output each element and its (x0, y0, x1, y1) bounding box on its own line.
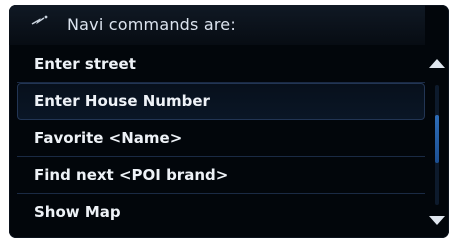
command-list: Enter street Enter House Number Favorite… (17, 46, 425, 231)
header-title: Navi commands are: (67, 15, 236, 34)
navi-commands-screen: Navi commands are: Enter street Enter Ho… (9, 5, 449, 238)
command-item-enter-house-number[interactable]: Enter House Number (17, 83, 425, 120)
scroll-down-arrow-icon[interactable] (429, 216, 445, 225)
command-label: Enter street (34, 55, 136, 73)
command-item-enter-street[interactable]: Enter street (17, 46, 425, 83)
command-label: Enter House Number (34, 92, 210, 110)
command-label: Find next <POI brand> (34, 166, 229, 184)
command-label: Show Map (34, 203, 121, 221)
header-bar: Navi commands are: (9, 5, 425, 45)
voice-command-icon (30, 12, 52, 32)
scroll-track[interactable] (435, 85, 439, 205)
command-item-favorite[interactable]: Favorite <Name> (17, 120, 425, 157)
scrollbar[interactable] (425, 45, 449, 238)
command-label: Favorite <Name> (34, 129, 183, 147)
scroll-up-arrow-icon[interactable] (429, 59, 445, 68)
scroll-thumb[interactable] (435, 115, 439, 163)
command-item-show-map[interactable]: Show Map (17, 194, 425, 231)
command-item-find-next-poi[interactable]: Find next <POI brand> (17, 157, 425, 194)
